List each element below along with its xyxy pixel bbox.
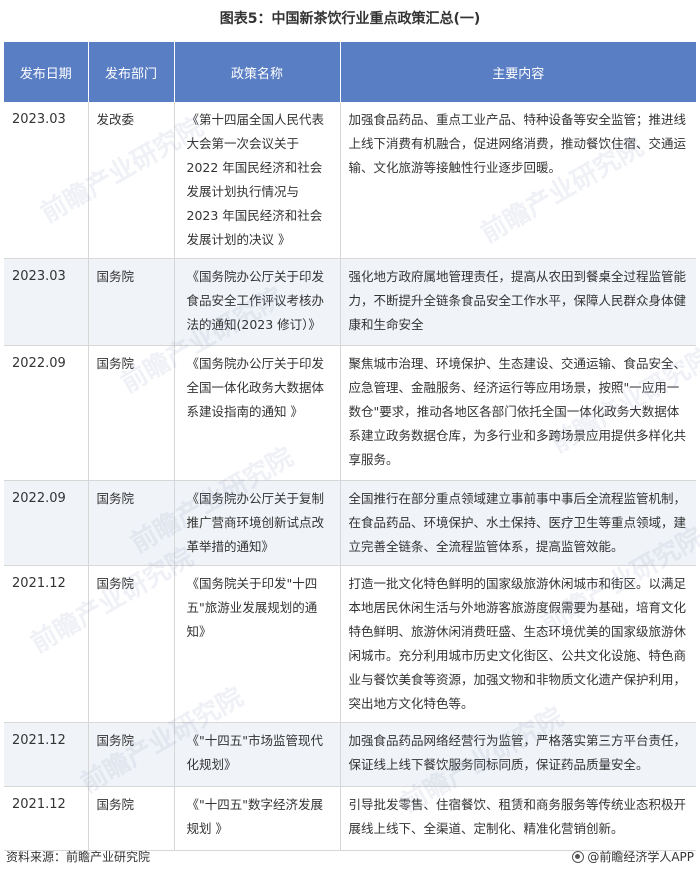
brand-credit: @前瞻经济学人APP (572, 848, 694, 865)
cell-dept: 国务院 (87, 565, 174, 723)
table-row: 2022.09 国务院 《国务院办公厅关于复制推广营商环境创新试点改革举措的通知… (4, 480, 696, 566)
cell-content: 全国推行在部分重点领域建立事前事中事后全流程监管机制，在食品药品、环境保护、水土… (339, 480, 696, 566)
table-row: 2021.12 国务院 《国务院关于印发"十四五"旅游业发展规划的通知》 打造一… (4, 565, 696, 723)
column-header-date: 发布日期 (4, 42, 88, 102)
page-title: 图表5：中国新茶饮行业重点政策汇总(一) (219, 11, 481, 27)
table-row: 2021.12 国务院 《"十四五"市场监管现代化规划》 加强食品药品网络经营行… (4, 722, 696, 787)
cell-dept: 国务院 (87, 480, 174, 566)
cell-content: 加强食品药品、重点工业产品、特种设备等安全监管；推进线上线下消费有机融合，促进网… (339, 102, 696, 259)
brand-logo-icon (572, 850, 585, 863)
cell-content: 加强食品药品网络经营行为监管，严格落实第三方平台责任，保证线上线下餐饮服务同标同… (339, 722, 696, 787)
cell-policy-name: 《"十四五"数字经济发展规划 》 (173, 786, 340, 851)
cell-date: 2023.03 (4, 102, 88, 259)
column-header-name: 政策名称 (173, 42, 340, 102)
cell-date: 2022.09 (4, 345, 88, 481)
table-row: 2023.03 国务院 《国务院办公厅关于印发食品安全工作评议考核办法的通知(2… (4, 258, 696, 346)
table-header-row: 发布日期 发布部门 政策名称 主要内容 (4, 42, 696, 102)
policy-table: 发布日期 发布部门 政策名称 主要内容 2023.03 发改委 《第十四届全国人… (4, 42, 696, 851)
cell-dept: 国务院 (87, 345, 174, 481)
source-note: 资料来源：前瞻产业研究院 (6, 850, 151, 864)
cell-date: 2021.12 (4, 565, 88, 723)
cell-policy-name: 《第十四届全国人民代表大会第一次会议关于 2022 年国民经济和社会发展计划执行… (173, 102, 340, 259)
cell-policy-name: 《国务院办公厅关于复制推广营商环境创新试点改革举措的通知》 (173, 480, 340, 566)
cell-dept: 国务院 (87, 258, 174, 346)
cell-date: 2021.12 (4, 786, 88, 851)
cell-date: 2021.12 (4, 722, 88, 787)
cell-dept: 国务院 (87, 722, 174, 787)
table-row: 2022.09 国务院 《国务院办公厅关于印发全国一体化政务大数据体系建设指南的… (4, 345, 696, 481)
column-header-content: 主要内容 (339, 42, 696, 102)
cell-policy-name: 《国务院关于印发"十四五"旅游业发展规划的通知》 (173, 565, 340, 723)
cell-dept: 发改委 (87, 102, 174, 259)
cell-policy-name: 《国务院办公厅关于印发食品安全工作评议考核办法的通知(2023 修订）》 (173, 258, 340, 346)
page: 图表5：中国新茶饮行业重点政策汇总(一) 发布日期 发布部门 政策名称 主要内容… (0, 0, 700, 872)
column-header-dept: 发布部门 (87, 42, 174, 102)
table-row: 2021.12 国务院 《"十四五"数字经济发展规划 》 引导批发零售、住宿餐饮… (4, 786, 696, 851)
cell-policy-name: 《"十四五"市场监管现代化规划》 (173, 722, 340, 787)
cell-content: 聚焦城市治理、环境保护、生态建设、交通运输、食品安全、应急管理、金融服务、经济运… (339, 345, 696, 481)
cell-date: 2023.03 (4, 258, 88, 346)
cell-content: 强化地方政府属地管理责任，提高从农田到餐桌全过程监管能力，不断提升全链条食品安全… (339, 258, 696, 346)
brand-credit-text: @前瞻经济学人APP (587, 850, 694, 864)
table-row: 2023.03 发改委 《第十四届全国人民代表大会第一次会议关于 2022 年国… (4, 102, 696, 259)
cell-content: 引导批发零售、住宿餐饮、租赁和商务服务等传统业态积极开展线上线下、全渠道、定制化… (339, 786, 696, 851)
cell-policy-name: 《国务院办公厅关于印发全国一体化政务大数据体系建设指南的通知 》 (173, 345, 340, 481)
cell-content: 打造一批文化特色鲜明的国家级旅游休闲城市和街区。以满足本地居民休闲生活与外地游客… (339, 565, 696, 723)
cell-date: 2022.09 (4, 480, 88, 566)
cell-dept: 国务院 (87, 786, 174, 851)
